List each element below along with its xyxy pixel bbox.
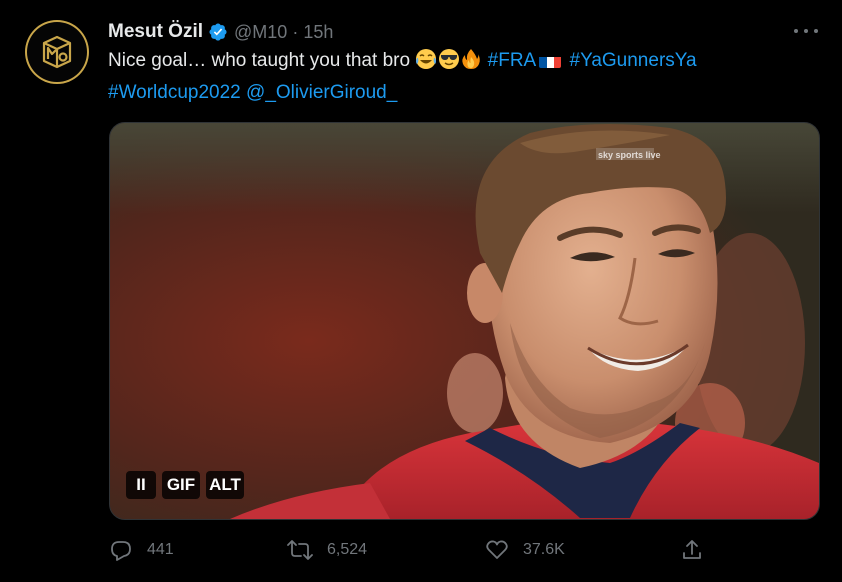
verified-badge-icon (208, 22, 228, 42)
reply-button[interactable]: 441 (109, 538, 174, 562)
gif-frame-image: sky sports live (110, 123, 819, 519)
share-button[interactable] (681, 538, 703, 562)
france-flag-icon (539, 53, 562, 68)
watermark-text: sky sports live (598, 150, 661, 160)
gif-badge: GIF (162, 471, 200, 499)
like-button[interactable]: 37.6K (485, 538, 565, 562)
gif-controls: II GIF ALT (126, 471, 244, 499)
separator-dot: · (292, 21, 299, 42)
timestamp[interactable]: 15h (303, 22, 333, 43)
tweet-text-plain: Nice goal… who taught you that bro (108, 50, 411, 71)
share-icon (683, 540, 701, 559)
tweet-text: Nice goal… who taught you that bro #FRA … (108, 47, 808, 107)
alt-text-button[interactable]: ALT (206, 471, 244, 499)
m10-logo-icon (42, 35, 72, 69)
tweet[interactable]: Mesut Özil @M10 · 15h Nice goal… who tau… (0, 0, 842, 582)
author-name[interactable]: Mesut Özil (108, 21, 203, 43)
smiling-face-with-sunglasses-icon (438, 48, 460, 79)
tweet-actions: 441 6,524 37.6K (109, 538, 709, 564)
hashtag-worldcup-link[interactable]: #Worldcup2022 (108, 82, 241, 103)
tweet-gif-media[interactable]: sky sports live (109, 122, 820, 520)
reply-icon (111, 541, 131, 561)
sky-sports-watermark: sky sports live (596, 148, 661, 160)
hashtag-yagunnersya-link[interactable]: #YaGunnersYa (570, 50, 697, 71)
retweet-button[interactable]: 6,524 (287, 538, 367, 562)
more-options-icon[interactable] (794, 22, 818, 40)
hashtag-fra-link[interactable]: #FRA (488, 50, 537, 71)
mention-olivier-giroud-link[interactable]: @_OlivierGiroud_ (246, 82, 397, 103)
tweet-header: Mesut Özil @M10 · 15h (108, 19, 333, 45)
reply-count: 441 (147, 541, 174, 558)
pause-button[interactable]: II (126, 471, 156, 499)
retweet-icon (287, 540, 313, 560)
heart-icon (486, 540, 508, 559)
author-handle[interactable]: @M10 (234, 22, 287, 43)
like-count: 37.6K (523, 541, 565, 558)
face-with-tears-of-joy-icon (415, 48, 437, 79)
fire-icon (461, 48, 481, 79)
retweet-count: 6,524 (327, 541, 368, 558)
avatar[interactable] (25, 20, 89, 84)
